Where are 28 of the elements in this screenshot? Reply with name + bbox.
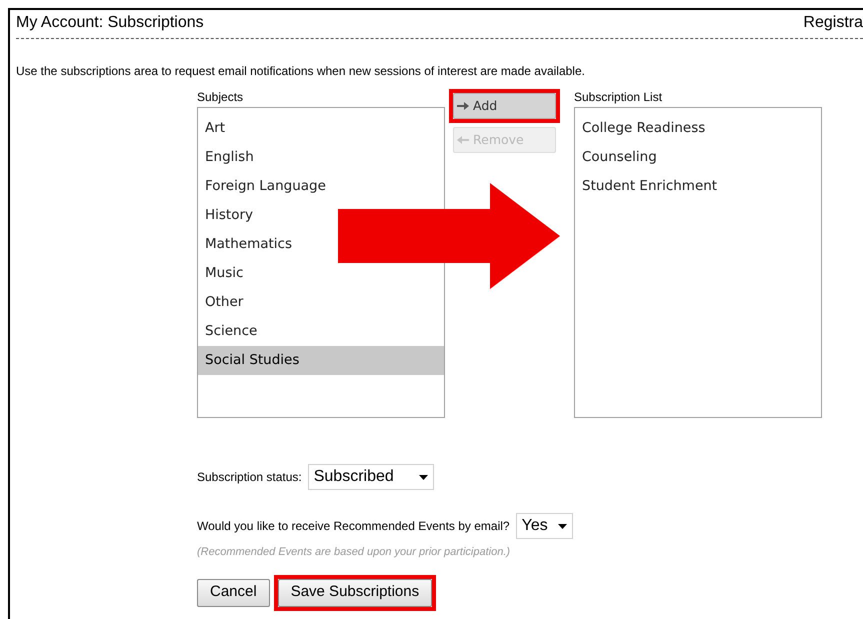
- list-item[interactable]: Other: [205, 292, 244, 313]
- list-item[interactable]: Counseling: [582, 147, 657, 168]
- intro-text: Use the subscriptions area to request email notifications when new sessions of interest are made available.: [16, 64, 586, 78]
- list-item[interactable]: English: [205, 147, 254, 168]
- hint-text: (Recommended Events are based upon your prior participation.): [197, 545, 512, 560]
- list-item[interactable]: College Readiness: [582, 118, 706, 139]
- list-item[interactable]: History: [205, 205, 254, 226]
- cancel-button[interactable]: Cancel: [197, 578, 270, 606]
- dropdown-caret-icon: [418, 474, 428, 480]
- question-label: Would you like to receive Recommended Events by email?: [197, 518, 510, 535]
- list-label: Subjects: [197, 90, 244, 104]
- list-item[interactable]: Art: [205, 118, 226, 139]
- list-item[interactable]: Mathematics: [205, 234, 292, 255]
- email-select[interactable]: Yes: [516, 513, 573, 539]
- dropdown-caret-icon: [558, 524, 567, 528]
- list-item[interactable]: Social Studies: [205, 350, 300, 371]
- status-select[interactable]: Subscribed: [308, 464, 434, 490]
- list-label: Subscription List: [574, 90, 664, 104]
- list-item[interactable]: Music: [205, 263, 244, 284]
- status-label: Subscription status:: [197, 469, 302, 486]
- page-title: My Account: Subscriptions: [16, 13, 204, 33]
- right-arrow-icon: [457, 101, 469, 111]
- save-button[interactable]: Save Subscriptions: [278, 578, 432, 606]
- list-item[interactable]: Student Enrichment: [582, 176, 718, 197]
- add-button[interactable]: Add: [453, 93, 556, 119]
- list-item[interactable]: Science: [205, 321, 258, 342]
- list-item[interactable]: Foreign Language: [205, 176, 326, 197]
- left-arrow-icon: [457, 135, 469, 145]
